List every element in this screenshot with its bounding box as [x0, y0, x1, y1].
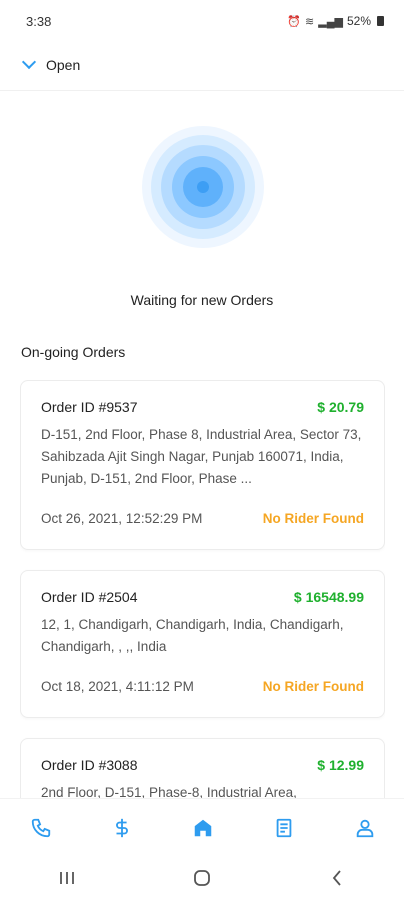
profile-icon[interactable]: [352, 815, 378, 841]
signal-icon: ▂▄▆: [318, 15, 343, 28]
status-icons: ⏰ ≋ ▂▄▆ 52%: [287, 14, 384, 28]
home-icon[interactable]: [190, 815, 216, 841]
order-price: $ 12.99: [317, 757, 364, 773]
waiting-pulse-icon: [142, 126, 264, 248]
order-card[interactable]: Order ID #2504 $ 16548.99 12, 1, Chandig…: [20, 570, 385, 718]
status-bar: 3:38 ⏰ ≋ ▂▄▆ 52%: [0, 0, 404, 42]
section-title: On-going Orders: [21, 344, 126, 360]
status-time: 3:38: [26, 13, 52, 29]
order-id: Order ID #2504: [41, 589, 138, 605]
orders-list[interactable]: Order ID #9537 $ 20.79 D-151, 2nd Floor,…: [20, 380, 385, 798]
order-address: 12, 1, Chandigarh, Chandigarh, India, Ch…: [41, 617, 344, 654]
battery-icon: [377, 16, 384, 26]
open-toggle[interactable]: Open: [0, 48, 404, 82]
order-date: Oct 26, 2021, 12:52:29 PM: [41, 511, 203, 526]
order-date: Oct 18, 2021, 4:11:12 PM: [41, 679, 194, 694]
alarm-icon: ⏰: [287, 15, 302, 28]
waiting-text: Waiting for new Orders: [130, 292, 274, 308]
order-address: D-151, 2nd Floor, Phase 8, Industrial Ar…: [41, 427, 362, 486]
back-icon[interactable]: [317, 863, 357, 893]
dollar-icon[interactable]: [109, 815, 135, 841]
recent-apps-icon[interactable]: [47, 863, 87, 893]
order-price: $ 16548.99: [293, 589, 364, 605]
home-button-icon[interactable]: [182, 863, 222, 893]
battery-percent: 52%: [346, 14, 371, 28]
divider: [0, 90, 404, 91]
phone-icon[interactable]: [28, 815, 54, 841]
wifi-icon: ≋: [305, 15, 315, 28]
order-card[interactable]: Order ID #9537 $ 20.79 D-151, 2nd Floor,…: [20, 380, 385, 550]
chevron-down-icon: [21, 54, 37, 70]
order-id: Order ID #9537: [41, 399, 138, 415]
order-price: $ 20.79: [317, 399, 364, 415]
system-navigation: [0, 856, 404, 900]
open-label: Open: [46, 57, 81, 73]
order-address: 2nd Floor, D-151, Phase-8, Industrial Ar…: [41, 785, 297, 798]
order-status: No Rider Found: [262, 511, 364, 526]
order-card[interactable]: Order ID #3088 $ 12.99 2nd Floor, D-151,…: [20, 738, 385, 798]
order-id: Order ID #3088: [41, 757, 138, 773]
document-icon[interactable]: [271, 815, 297, 841]
order-status: No Rider Found: [262, 679, 364, 694]
bottom-navigation: [0, 798, 404, 856]
